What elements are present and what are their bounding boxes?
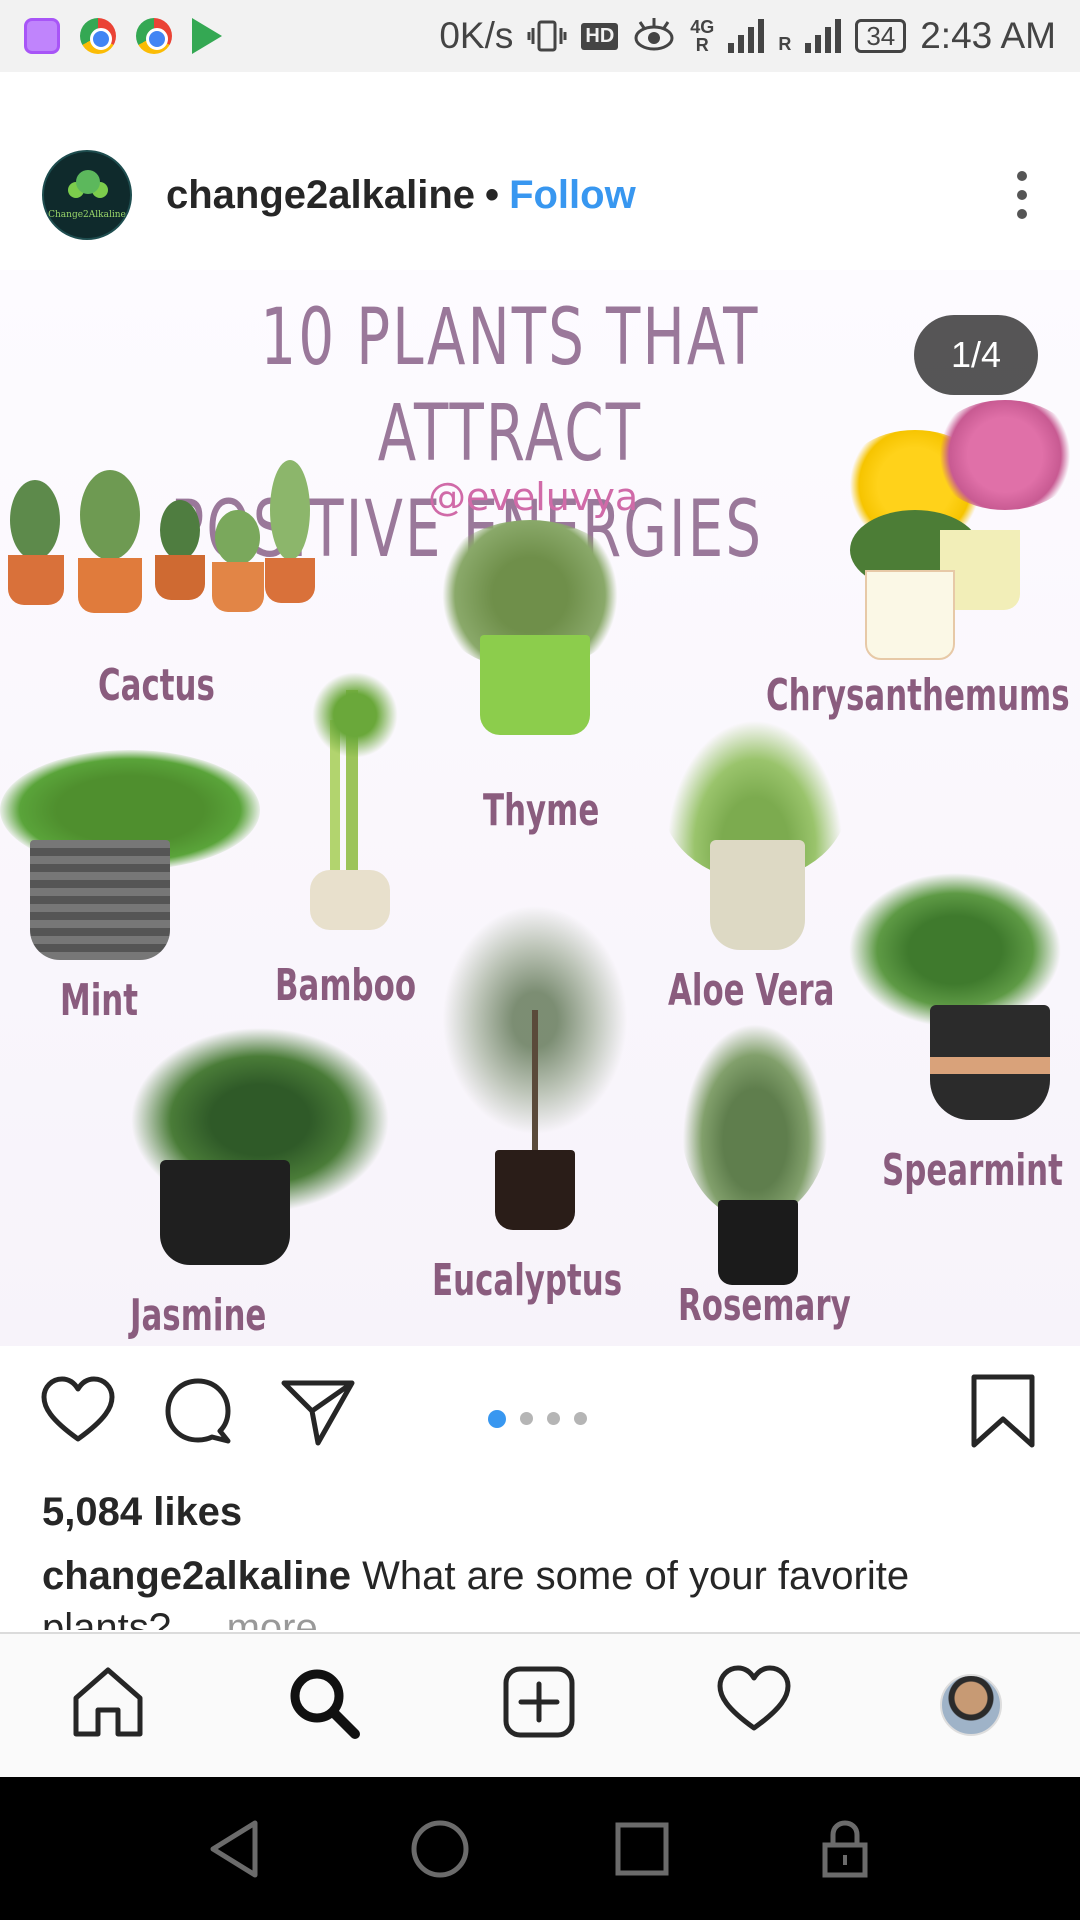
logo-leaf-icon xyxy=(76,170,100,194)
post-caption: change2alkaline What are some of your fa… xyxy=(42,1550,1042,1630)
carousel-dot xyxy=(574,1412,587,1425)
profile-avatar[interactable] xyxy=(940,1674,1002,1736)
cactus-illustration xyxy=(0,460,320,630)
carousel-dot-active xyxy=(488,1410,506,1428)
battery-icon: 34 xyxy=(855,19,907,53)
post-header: Change2Alkaline change2alkaline • Follow xyxy=(0,125,1080,265)
label-thyme: Thyme xyxy=(483,785,600,836)
vibrate-icon xyxy=(527,20,567,52)
chrome-icon xyxy=(136,18,172,54)
roaming-marker: R xyxy=(695,35,709,55)
likes-count[interactable]: 5,084 likes xyxy=(42,1490,242,1535)
carousel-dot xyxy=(547,1412,560,1425)
carousel-counter: 1/4 xyxy=(914,315,1038,395)
aloe-vera-illustration xyxy=(660,710,850,970)
chrysanthemums-illustration xyxy=(820,390,1080,690)
image-title-line1: 10 PLANTS THAT ATTRACT xyxy=(260,293,760,479)
roaming-marker-2: R xyxy=(778,34,792,54)
instagram-screen: 0K/s HD 4G R R 34 2:43 AM Change2Alkalin… xyxy=(0,0,1080,1920)
label-jasmine: Jasmine xyxy=(130,1290,267,1341)
search-icon[interactable] xyxy=(285,1664,361,1740)
signal-icon-2 xyxy=(805,19,842,53)
status-bar: 0K/s HD 4G R R 34 2:43 AM xyxy=(0,0,1080,72)
thyme-illustration xyxy=(420,520,640,770)
bamboo-illustration xyxy=(280,650,430,930)
new-post-icon[interactable] xyxy=(501,1664,577,1740)
carousel-dot xyxy=(520,1412,533,1425)
clock: 2:43 AM xyxy=(920,15,1056,56)
network-speed: 0K/s xyxy=(439,15,514,56)
account-avatar[interactable]: Change2Alkaline xyxy=(42,150,132,240)
label-aloe-vera: Aloe Vera xyxy=(668,965,835,1016)
carousel-indicator xyxy=(488,1410,587,1428)
back-icon[interactable] xyxy=(205,1817,265,1881)
network-type-label: 4G xyxy=(690,17,715,37)
home-circle-icon[interactable] xyxy=(408,1817,472,1881)
image-handle: @eveluvya xyxy=(428,475,639,519)
signal-icon-1 xyxy=(728,19,765,53)
label-cactus: Cactus xyxy=(98,660,215,711)
comment-icon[interactable] xyxy=(162,1375,234,1447)
username-link[interactable]: change2alkaline xyxy=(166,173,475,218)
hd-badge: HD xyxy=(581,22,619,50)
follow-button[interactable]: Follow xyxy=(509,173,636,218)
caption-username[interactable]: change2alkaline xyxy=(42,1554,351,1598)
label-rosemary: Rosemary xyxy=(678,1280,851,1331)
chrome-icon xyxy=(80,18,116,54)
bottom-navigation xyxy=(0,1632,1080,1777)
caption-more-link[interactable]: ... more xyxy=(182,1606,318,1630)
system-status: 0K/s HD 4G R R 34 2:43 AM xyxy=(439,15,1056,57)
notification-icons xyxy=(24,18,222,54)
mint-illustration xyxy=(0,750,260,970)
post-image[interactable]: 10 PLANTS THAT ATTRACT POSITIVE ENERGIES… xyxy=(0,270,1080,1346)
recents-icon[interactable] xyxy=(612,1817,672,1881)
jasmine-illustration xyxy=(120,980,400,1280)
network-type: 4G R xyxy=(690,18,714,54)
eucalyptus-illustration xyxy=(430,890,640,1230)
separator-dot: • xyxy=(485,172,500,217)
like-heart-icon[interactable] xyxy=(40,1375,116,1447)
label-eucalyptus: Eucalyptus xyxy=(432,1255,623,1306)
play-store-icon xyxy=(192,18,222,54)
home-icon[interactable] xyxy=(70,1664,146,1740)
post-action-bar xyxy=(0,1373,1080,1465)
activity-heart-icon[interactable] xyxy=(716,1664,792,1736)
label-spearmint: Spearmint xyxy=(882,1145,1063,1196)
eye-comfort-icon xyxy=(634,18,674,51)
header-text: change2alkaline • Follow xyxy=(166,173,636,218)
save-bookmark-icon[interactable] xyxy=(970,1373,1036,1449)
gallery-icon xyxy=(24,18,60,54)
spearmint-illustration xyxy=(845,870,1065,1130)
rosemary-illustration xyxy=(680,1020,830,1300)
android-navigation-bar xyxy=(0,1777,1080,1920)
more-options-icon[interactable] xyxy=(1016,171,1028,219)
lock-icon[interactable] xyxy=(815,1817,875,1881)
share-send-icon[interactable] xyxy=(280,1375,356,1447)
avatar-logo-text: Change2Alkaline xyxy=(48,210,126,220)
